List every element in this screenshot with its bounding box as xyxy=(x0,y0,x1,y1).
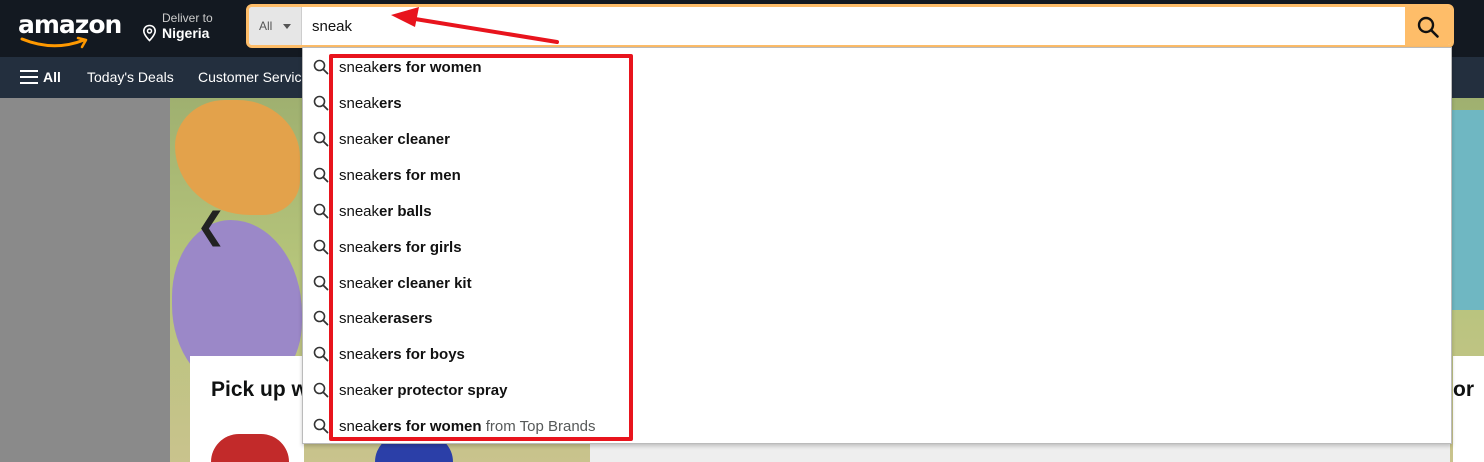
search-icon xyxy=(313,418,329,434)
amazon-logo[interactable]: amazon xyxy=(14,8,124,50)
search-icon xyxy=(1417,16,1439,38)
promo-strip xyxy=(590,444,1450,462)
carousel-prev-icon[interactable]: ❮ xyxy=(196,205,226,247)
search-icon xyxy=(313,346,329,362)
nav-all-menu[interactable]: All xyxy=(43,69,61,85)
deliver-label: Deliver to xyxy=(162,11,213,25)
location-pin-icon xyxy=(142,24,157,42)
hamburger-menu-icon[interactable] xyxy=(20,70,38,84)
annotation-arrow-icon xyxy=(391,7,559,44)
search-category-dropdown[interactable]: All xyxy=(249,7,302,45)
deliver-to-location[interactable]: Deliver to Nigeria xyxy=(142,10,242,46)
nav-item-todays-deals[interactable]: Today's Deals xyxy=(87,69,174,85)
promo-card-title: or xyxy=(1453,378,1474,401)
caret-down-icon xyxy=(283,24,291,29)
search-icon xyxy=(313,310,329,326)
hero-product-shape xyxy=(1452,110,1484,310)
search-icon xyxy=(313,275,329,291)
search-category-label: All xyxy=(259,19,273,33)
deliver-location: Nigeria xyxy=(162,25,210,41)
search-icon xyxy=(313,95,329,111)
promo-card-title: Pick up w xyxy=(211,378,308,401)
nav-item-customer-service[interactable]: Customer Servic xyxy=(198,69,301,85)
annotation-highlight-box xyxy=(329,54,633,441)
search-icon xyxy=(313,203,329,219)
search-icon xyxy=(313,59,329,75)
search-icon xyxy=(313,167,329,183)
search-icon xyxy=(313,239,329,255)
search-icon xyxy=(313,131,329,147)
search-icon xyxy=(313,382,329,398)
logo-smile-icon xyxy=(20,36,88,49)
logo-text: amazon xyxy=(18,10,122,39)
promo-card[interactable]: or xyxy=(1453,356,1484,462)
search-button[interactable] xyxy=(1405,7,1451,45)
hero-left-panel xyxy=(0,98,170,462)
